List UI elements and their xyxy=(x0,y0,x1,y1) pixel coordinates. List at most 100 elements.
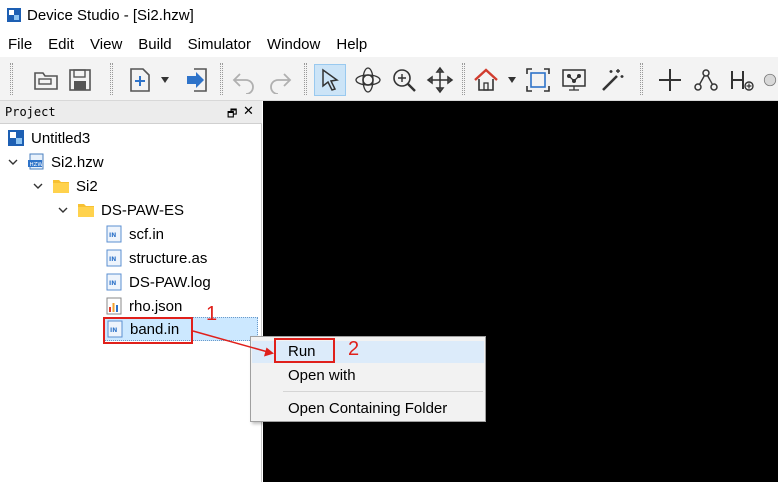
toolbar-grip-5[interactable] xyxy=(462,63,465,95)
sphere-button[interactable] xyxy=(762,64,778,96)
home-view-icon xyxy=(474,68,498,91)
rotate-icon xyxy=(355,67,381,93)
app-logo-icon xyxy=(7,8,21,22)
toolbar-grip-4[interactable] xyxy=(304,63,307,95)
annotation-box-2 xyxy=(274,338,335,363)
save-button[interactable] xyxy=(64,64,96,96)
zoom-icon xyxy=(393,69,416,92)
tree-item-label: rho.json xyxy=(129,297,183,315)
main-toolbar xyxy=(0,57,778,101)
float-panel-icon[interactable]: 🗗 xyxy=(227,105,237,124)
new-file-icon xyxy=(130,68,150,92)
annotation-label-1: 1 xyxy=(206,303,218,325)
chevron-down-icon[interactable] xyxy=(32,180,44,192)
menu-edit[interactable]: Edit xyxy=(40,32,82,57)
context-menu-open-containing-folder[interactable]: Open Containing Folder xyxy=(252,398,484,420)
project-panel-header: Project 🗗 ✕ xyxy=(0,101,262,124)
3d-viewport[interactable] xyxy=(263,101,778,482)
context-menu-open-with[interactable]: Open with xyxy=(252,365,484,387)
import-button[interactable] xyxy=(182,64,214,96)
tree-item-untitled3[interactable]: Untitled3 xyxy=(7,126,90,150)
window-title: Device Studio - [Si2.hzw] xyxy=(27,7,194,24)
tree-item-structure-as[interactable]: IN structure.as xyxy=(105,246,207,270)
tree-item-si2-hzw[interactable]: HZW Si2.hzw xyxy=(7,150,104,174)
tree-item-label: scf.in xyxy=(129,225,165,243)
in-file-icon: IN xyxy=(105,273,123,291)
chevron-down-icon[interactable] xyxy=(57,204,69,216)
title-bar: Device Studio - [Si2.hzw] xyxy=(0,0,778,32)
tree-item-ds-paw-es-folder[interactable]: DS-PAW-ES xyxy=(57,198,184,222)
svg-text:IN: IN xyxy=(109,280,116,287)
menu-view[interactable]: View xyxy=(82,32,130,57)
open-folder-button[interactable] xyxy=(30,64,62,96)
menu-bar: File Edit View Build Simulator Window He… xyxy=(0,32,778,57)
import-icon xyxy=(187,68,207,92)
chart-file-icon xyxy=(105,297,123,315)
tree-item-label: Si2 xyxy=(76,177,98,195)
bond-button[interactable] xyxy=(690,64,722,96)
in-file-icon: IN xyxy=(105,225,123,243)
project-panel-title: Project xyxy=(5,105,56,119)
add-atom-icon xyxy=(659,69,681,91)
in-file-icon: IN xyxy=(105,249,123,267)
hzw-file-icon: HZW xyxy=(27,153,45,171)
bond-icon xyxy=(694,69,718,91)
zoom-button[interactable] xyxy=(388,64,420,96)
move-icon xyxy=(426,66,454,94)
save-icon xyxy=(69,69,91,91)
open-folder-icon xyxy=(34,72,58,90)
new-file-button[interactable] xyxy=(124,64,156,96)
tree-item-ds-paw-log[interactable]: IN DS-PAW.log xyxy=(105,270,211,294)
tree-item-label: Si2.hzw xyxy=(51,153,104,171)
add-hydrogen-icon xyxy=(731,71,754,91)
molecule-grid-icon xyxy=(562,69,586,91)
rotate-button[interactable] xyxy=(352,64,384,96)
tree-item-rho-json[interactable]: rho.json xyxy=(105,294,182,318)
toolbar-grip-6[interactable] xyxy=(640,63,643,95)
close-panel-icon[interactable]: ✕ xyxy=(243,103,254,119)
context-menu-separator xyxy=(283,391,483,392)
chevron-down-icon[interactable] xyxy=(7,156,19,168)
select-pointer-icon xyxy=(322,68,339,91)
menu-file[interactable]: File xyxy=(0,32,40,57)
annotation-label-2: 2 xyxy=(348,338,360,360)
home-view-dropdown-icon[interactable] xyxy=(508,77,516,83)
annotation-box-1 xyxy=(103,317,193,344)
menu-window[interactable]: Window xyxy=(259,32,328,57)
redo-icon xyxy=(270,73,292,94)
toolbar-grip-3[interactable] xyxy=(220,63,223,95)
tree-item-label: structure.as xyxy=(129,249,208,267)
menu-help[interactable]: Help xyxy=(328,32,375,57)
tree-item-label: Untitled3 xyxy=(31,129,91,147)
menu-build[interactable]: Build xyxy=(130,32,179,57)
molecule-grid-button[interactable] xyxy=(558,64,590,96)
project-icon xyxy=(7,129,25,147)
undo-button[interactable] xyxy=(228,64,260,96)
svg-text:HZW: HZW xyxy=(30,162,44,168)
move-button[interactable] xyxy=(424,64,456,96)
folder-icon xyxy=(52,177,70,195)
svg-text:IN: IN xyxy=(109,256,116,263)
redo-button[interactable] xyxy=(264,64,296,96)
add-atom-button[interactable] xyxy=(654,64,686,96)
magic-wand-button[interactable] xyxy=(596,64,628,96)
toolbar-grip[interactable] xyxy=(10,63,13,95)
svg-text:IN: IN xyxy=(109,232,116,239)
home-view-button[interactable] xyxy=(470,64,502,96)
toolbar-grip-2[interactable] xyxy=(110,63,113,95)
tree-item-scf-in[interactable]: IN scf.in xyxy=(105,222,164,246)
undo-icon xyxy=(232,73,254,94)
project-panel: Project 🗗 ✕ Untitled3 HZW Si2.hzw Si2 DS… xyxy=(0,101,262,482)
menu-simulator[interactable]: Simulator xyxy=(180,32,259,57)
folder-icon xyxy=(77,201,95,219)
add-hydrogen-button[interactable] xyxy=(726,64,758,96)
fit-view-icon xyxy=(526,68,550,92)
tree-item-label: DS-PAW.log xyxy=(129,273,211,291)
tree-item-si2-folder[interactable]: Si2 xyxy=(32,174,98,198)
tree-item-label: DS-PAW-ES xyxy=(101,201,185,219)
sphere-icon xyxy=(763,73,777,87)
new-file-dropdown-icon[interactable] xyxy=(161,77,169,83)
fit-view-button[interactable] xyxy=(522,64,554,96)
select-pointer-button[interactable] xyxy=(314,64,346,96)
magic-wand-icon xyxy=(602,69,624,91)
